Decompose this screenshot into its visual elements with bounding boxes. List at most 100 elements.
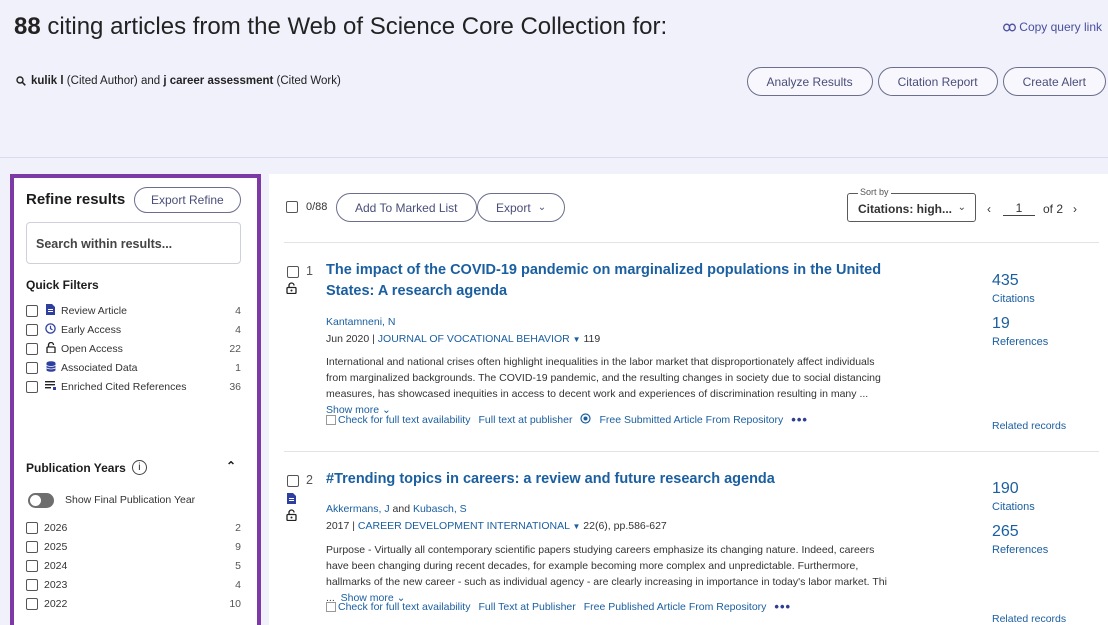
export-button[interactable]: Export ⌄ xyxy=(477,193,566,222)
year-filter-2026[interactable]: 2026 2 xyxy=(26,520,241,536)
database-icon xyxy=(44,361,57,375)
lock-open-icon xyxy=(286,509,297,524)
more-options-icon[interactable]: ••• xyxy=(774,599,791,614)
year-filter-2025[interactable]: 2025 9 xyxy=(26,539,241,555)
caret-down-icon[interactable]: ▼ xyxy=(573,335,581,344)
checkbox[interactable] xyxy=(26,560,38,572)
citation-report-button[interactable]: Citation Report xyxy=(877,67,998,96)
record-checkbox[interactable] xyxy=(287,266,299,278)
author-link[interactable]: Kubasch, S xyxy=(413,503,467,515)
record-title[interactable]: #Trending topics in careers: a review an… xyxy=(326,469,916,490)
record-date: Jun 2020 xyxy=(326,333,370,345)
export-refine-button[interactable]: Export Refine xyxy=(134,187,241,213)
year-label: 2026 xyxy=(44,522,68,534)
related-records-link[interactable]: Related records xyxy=(992,613,1066,625)
citation-count[interactable]: 190 xyxy=(992,480,1019,498)
checkbox[interactable] xyxy=(26,381,38,393)
author-link[interactable]: Akkermans, J xyxy=(326,503,390,515)
checkbox[interactable] xyxy=(26,305,38,317)
record-checkbox[interactable] xyxy=(287,475,299,487)
filter-enriched-cited-references[interactable]: Enriched Cited References 36 xyxy=(26,379,241,395)
record-meta: 2017 | CAREER DEVELOPMENT INTERNATIONAL … xyxy=(326,520,667,532)
refine-title: Refine results xyxy=(26,191,126,208)
filter-associated-data[interactable]: Associated Data 1 xyxy=(26,360,241,376)
filter-label: Enriched Cited References xyxy=(61,381,187,393)
caret-down-icon[interactable]: ▼ xyxy=(572,522,580,531)
filter-label: Early Access xyxy=(61,324,122,336)
checkbox[interactable] xyxy=(26,324,38,336)
filter-early-access[interactable]: Early Access 4 xyxy=(26,322,241,338)
checkbox[interactable] xyxy=(26,522,38,534)
next-page-icon[interactable]: › xyxy=(1073,202,1077,216)
check-full-text-link[interactable]: Check for full text availability xyxy=(326,601,470,613)
pagination: ‹ 1 of 2 › xyxy=(987,201,1077,216)
record-number: 2 xyxy=(306,473,313,487)
journal-link[interactable]: CAREER DEVELOPMENT INTERNATIONAL xyxy=(358,520,570,532)
filter-label: Open Access xyxy=(61,343,123,355)
checkbox[interactable] xyxy=(26,362,38,374)
copy-query-link[interactable]: Copy query link xyxy=(1003,20,1102,34)
record-abstract: International and national crises often … xyxy=(326,356,881,416)
filter-review-article[interactable]: Review Article 4 xyxy=(26,303,241,319)
record-volume: 22(6), pp.586-627 xyxy=(583,520,667,532)
record-links: Check for full text availability Full Te… xyxy=(326,599,791,614)
export-label: Export xyxy=(496,200,531,215)
analyze-results-button[interactable]: Analyze Results xyxy=(746,67,873,96)
more-options-icon[interactable]: ••• xyxy=(791,412,808,427)
record-title[interactable]: The impact of the COVID-19 pandemic on m… xyxy=(326,260,916,302)
checkbox[interactable] xyxy=(26,343,38,355)
info-icon[interactable]: i xyxy=(131,460,147,475)
record-number: 1 xyxy=(306,264,313,278)
full-text-publisher-link[interactable]: Full text at publisher xyxy=(478,414,572,426)
filter-open-access[interactable]: Open Access 22 xyxy=(26,341,241,357)
divider xyxy=(284,242,1099,243)
author-link[interactable]: Kantamneni, N xyxy=(326,316,395,328)
reference-count[interactable]: 19 xyxy=(992,315,1010,333)
lock-open-icon xyxy=(286,282,297,297)
filter-count: 4 xyxy=(235,324,241,336)
year-filter-2024[interactable]: 2024 5 xyxy=(26,558,241,574)
search-within-input[interactable]: Search within results... xyxy=(26,222,241,264)
references-label: References xyxy=(992,544,1049,556)
filter-label: Associated Data xyxy=(61,362,138,374)
search-query: kulik l (Cited Author) and j career asse… xyxy=(16,75,341,87)
add-to-marked-list-button[interactable]: Add To Marked List xyxy=(336,193,477,222)
checkbox[interactable] xyxy=(26,579,38,591)
checkbox[interactable] xyxy=(26,598,38,610)
year-count: 10 xyxy=(229,598,241,610)
citation-count[interactable]: 435 xyxy=(992,272,1019,290)
check-full-text-link[interactable]: Check for full text availability xyxy=(326,414,470,426)
filter-label: Review Article xyxy=(61,305,127,317)
citations-label: Citations xyxy=(992,293,1035,305)
page-total: of 2 xyxy=(1043,201,1064,216)
prev-page-icon[interactable]: ‹ xyxy=(987,202,991,216)
broken-image-icon xyxy=(326,601,336,612)
result-count: 88 xyxy=(14,13,41,40)
reference-count[interactable]: 265 xyxy=(992,523,1019,541)
record-authors: Akkermans, J and Kubasch, S xyxy=(326,503,467,515)
publication-years-title: Publication Years i xyxy=(26,460,147,475)
year-filter-2022[interactable]: 2022 10 xyxy=(26,596,241,612)
repository-link[interactable]: Free Submitted Article From Repository xyxy=(599,414,783,426)
query-author: kulik l xyxy=(31,75,64,87)
broken-image-icon xyxy=(326,414,336,425)
query-work-field: (Cited Work) xyxy=(273,75,341,87)
checkbox[interactable] xyxy=(26,541,38,553)
filter-count: 22 xyxy=(229,343,241,355)
year-filter-2023[interactable]: 2023 4 xyxy=(26,577,241,593)
related-records-link[interactable]: Related records xyxy=(992,420,1066,432)
year-count: 5 xyxy=(235,560,241,572)
final-year-toggle[interactable] xyxy=(28,493,54,508)
chevron-up-icon[interactable]: ⌃ xyxy=(226,459,236,473)
page-input[interactable]: 1 xyxy=(1003,201,1035,216)
results-toolbar: 0/88 Add To Marked List Export ⌄ Sort by… xyxy=(269,187,1108,223)
sort-select[interactable]: Sort by Citations: high... ⌄ xyxy=(847,187,976,222)
create-alert-button[interactable]: Create Alert xyxy=(1002,67,1106,96)
clock-icon xyxy=(44,323,57,337)
journal-link[interactable]: JOURNAL OF VOCATIONAL BEHAVIOR xyxy=(378,333,570,345)
repository-link[interactable]: Free Published Article From Repository xyxy=(584,601,767,613)
full-text-publisher-link[interactable]: Full Text at Publisher xyxy=(478,601,575,613)
select-all-checkbox[interactable] xyxy=(286,201,298,213)
copy-query-label: Copy query link xyxy=(1019,20,1102,34)
selected-count: 0/88 xyxy=(306,201,328,213)
